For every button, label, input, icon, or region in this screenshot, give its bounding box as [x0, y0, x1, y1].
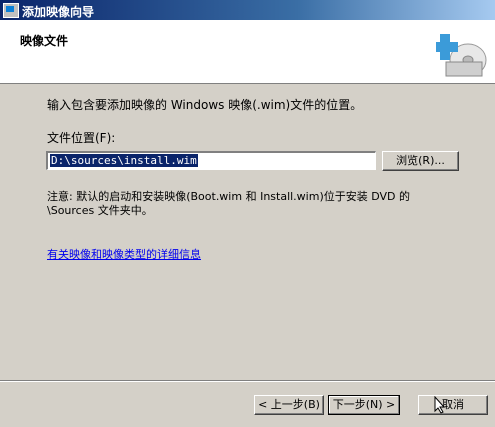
wizard-header: 映像文件	[0, 20, 495, 84]
browse-button[interactable]: 浏览(R)...	[382, 151, 459, 171]
footer-separator	[0, 380, 495, 382]
cancel-button[interactable]: 取消	[418, 395, 488, 415]
more-info-link[interactable]: 有关映像和映像类型的详细信息	[47, 246, 201, 262]
back-button[interactable]: < 上一步(B)	[254, 395, 324, 415]
app-icon	[3, 3, 19, 18]
mouse-cursor-icon	[434, 396, 446, 414]
wizard-content: 输入包含要添加映像的 Windows 映像(.wim)文件的位置。 文件位置(F…	[0, 84, 495, 380]
note-text: 注意: 默认的启动和安装映像(Boot.wim 和 Install.wim)位于…	[47, 190, 411, 217]
file-location-value: D:\sources\install.wim	[50, 154, 198, 167]
title-bar: 添加映像向导	[0, 0, 495, 20]
next-button[interactable]: 下一步(N) >	[328, 395, 400, 415]
file-location-label: 文件位置(F):	[47, 131, 116, 145]
window-title: 添加映像向导	[22, 5, 95, 19]
instruction-text: 输入包含要添加映像的 Windows 映像(.wim)文件的位置。	[47, 98, 363, 112]
page-title: 映像文件	[20, 34, 69, 48]
file-location-input[interactable]: D:\sources\install.wim	[46, 151, 376, 170]
add-disk-icon	[432, 26, 492, 82]
